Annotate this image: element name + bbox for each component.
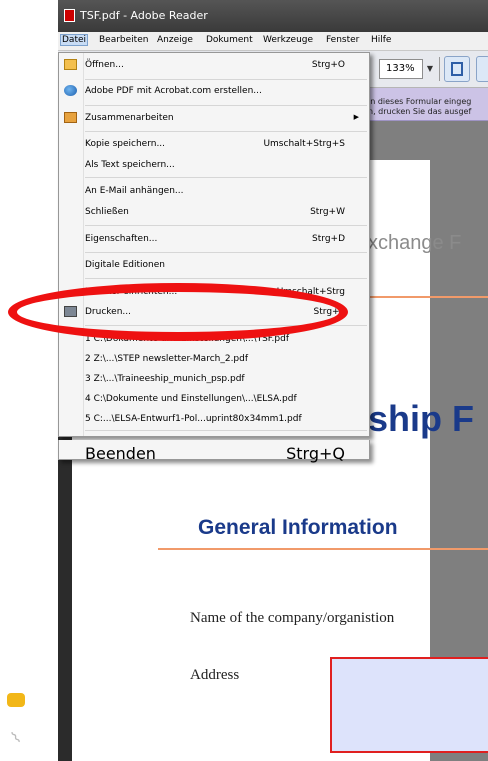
menu-item-label: Eigenschaften... xyxy=(85,234,158,244)
menu-item-label: Adobe PDF mit Acrobat.com erstellen... xyxy=(85,86,262,96)
menu-item-digital-editions[interactable]: Digitale Editionen xyxy=(59,256,369,274)
form-notice-line2: n, drucken Sie das ausgef xyxy=(368,107,472,116)
menu-item-attach-email[interactable]: An E-Mail anhängen... xyxy=(59,182,369,200)
menu-separator xyxy=(85,131,367,132)
menu-separator xyxy=(85,225,367,226)
attachment-icon[interactable]: ⌇ xyxy=(7,727,24,747)
menu-item-recent-3[interactable]: 3 Z:\...\Traineeship_munich_psp.pdf xyxy=(59,370,369,388)
menu-separator xyxy=(85,105,367,106)
menu-bearbeiten[interactable]: Bearbeiten xyxy=(99,35,148,45)
menu-separator xyxy=(85,278,367,279)
menu-item-label: Zusammenarbeiten xyxy=(85,113,174,123)
menu-item-label: Kopie speichern... xyxy=(85,139,166,149)
doc-title: ship F xyxy=(368,398,474,439)
menu-dokument[interactable]: Dokument xyxy=(206,35,253,45)
menu-item-collaborate[interactable]: Zusammenarbeiten ▶ xyxy=(59,109,369,127)
menu-separator xyxy=(85,79,367,80)
menu-item-recent-4[interactable]: 4 C:\Dokumente und Einstellungen\...\ELS… xyxy=(59,390,369,408)
fit-page-icon xyxy=(451,62,463,76)
company-label: Name of the company/organistion xyxy=(190,610,395,626)
acrobat-com-icon xyxy=(64,85,77,96)
orange-rule xyxy=(368,296,488,298)
menu-item-close[interactable]: Schließen Strg+W xyxy=(59,203,369,221)
menu-item-open[interactable]: Öffnen... Strg+O xyxy=(59,56,369,74)
menu-hilfe[interactable]: Hilfe xyxy=(371,35,391,45)
collaborate-icon xyxy=(64,112,77,123)
menu-item-recent-2[interactable]: 2 Z:\...\STEP newsletter-March_2.pdf xyxy=(59,350,369,368)
toolbar-divider xyxy=(439,57,440,81)
menu-werkzeuge[interactable]: Werkzeuge xyxy=(263,35,313,45)
menu-item-shortcut: Strg+W xyxy=(310,207,345,217)
menu-separator xyxy=(85,430,367,431)
menu-item-recent-5[interactable]: 5 C:...\ELSA-Entwurf1-Pol...uprint80x34m… xyxy=(59,410,369,428)
fit-page-button[interactable] xyxy=(444,56,470,82)
address-label: Address xyxy=(190,667,240,683)
menu-item-properties[interactable]: Eigenschaften... Strg+D xyxy=(59,230,369,248)
menu-item-label: 2 Z:\...\STEP newsletter-March_2.pdf xyxy=(85,354,249,364)
menu-item-acrobat-create[interactable]: Adobe PDF mit Acrobat.com erstellen... xyxy=(59,82,369,100)
menu-item-exit[interactable]: Beenden Strg+Q xyxy=(58,440,370,463)
menu-item-save-copy[interactable]: Kopie speichern... Umschalt+Strg+S xyxy=(59,135,369,153)
folder-icon xyxy=(64,59,77,70)
title-bar: TSF.pdf - Adobe Reader xyxy=(58,0,488,32)
menu-item-label: 3 Z:\...\Traineeship_munich_psp.pdf xyxy=(85,374,245,384)
zoom-field[interactable]: 133% xyxy=(379,59,423,79)
menu-item-shortcut: Strg+Q xyxy=(286,444,345,463)
comment-icon[interactable] xyxy=(7,693,25,707)
menu-item-shortcut: Umschalt+Strg+S xyxy=(263,139,345,149)
section-heading: General Information xyxy=(198,516,398,539)
form-notice-line1: in dieses Formular eingeg xyxy=(368,97,472,106)
doc-subtitle: xchange F xyxy=(368,232,462,254)
menu-item-label: Öffnen... xyxy=(85,60,124,70)
red-highlight-ellipse xyxy=(8,283,348,341)
file-menu: Öffnen... Strg+O Adobe PDF mit Acrobat.c… xyxy=(58,52,370,437)
menu-datei[interactable]: Datei xyxy=(59,34,89,46)
fit-width-button[interactable] xyxy=(476,56,488,82)
pdf-icon xyxy=(64,9,75,22)
menu-item-save-text[interactable]: Als Text speichern... xyxy=(59,156,369,174)
menu-anzeige[interactable]: Anzeige xyxy=(157,35,193,45)
menu-separator xyxy=(85,252,367,253)
menu-item-shortcut: Strg+D xyxy=(312,234,345,244)
menu-separator xyxy=(85,177,367,178)
menu-item-label: 5 C:...\ELSA-Entwurf1-Pol...uprint80x34m… xyxy=(85,414,302,424)
window-title: TSF.pdf - Adobe Reader xyxy=(80,9,208,22)
menu-item-shortcut: Strg+O xyxy=(311,60,345,70)
menu-item-label: An E-Mail anhängen... xyxy=(85,186,184,196)
address-field[interactable] xyxy=(330,657,488,753)
menu-fenster[interactable]: Fenster xyxy=(326,35,359,45)
menu-item-label: 4 C:\Dokumente und Einstellungen\...\ELS… xyxy=(85,394,297,404)
menu-bar: Datei Bearbeiten Anzeige Dokument Werkze… xyxy=(58,32,488,51)
menu-item-label: Schließen xyxy=(85,207,129,217)
menu-item-label: Als Text speichern... xyxy=(85,160,175,170)
submenu-arrow-icon: ▶ xyxy=(353,113,359,121)
menu-item-label: Digitale Editionen xyxy=(85,260,165,270)
menu-item-label: Beenden xyxy=(85,444,156,463)
zoom-dropdown-icon[interactable]: ▼ xyxy=(425,59,435,79)
orange-rule xyxy=(158,548,488,550)
